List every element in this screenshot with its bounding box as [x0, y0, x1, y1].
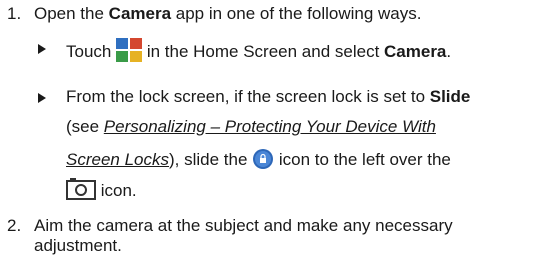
step-number: 1.: [7, 4, 22, 23]
step-text: Open the Camera app in one of the follow…: [34, 4, 422, 23]
bullet-marker: [38, 44, 46, 54]
step-number: 2.: [7, 216, 22, 235]
personalizing-link[interactable]: Personalizing – Protecting Your Device W…: [104, 117, 436, 136]
camera-label: Camera: [384, 42, 447, 61]
apps-grid-icon: [116, 38, 143, 62]
camera-icon: [66, 178, 96, 200]
slide-label: Slide: [429, 87, 471, 106]
bullet-lock-screen-line3: Screen Locks), slide the icon to the lef…: [66, 149, 451, 169]
bullet-lock-screen-line4: icon.: [66, 178, 137, 201]
bullet-touch-apps: Touch in the Home Screen and select Came…: [66, 38, 451, 62]
bullet-lock-screen-line2: (see Personalizing – Protecting Your Dev…: [66, 117, 436, 136]
bullet-marker: [38, 93, 46, 103]
screen-locks-link[interactable]: Screen Locks: [66, 150, 169, 169]
lock-circle-icon: [253, 149, 274, 169]
bullet-lock-screen-line1: From the lock screen, if the screen lock…: [66, 87, 471, 106]
step-text-line1: Aim the camera at the subject and make a…: [34, 216, 453, 235]
step-2-line2: adjustment.: [34, 236, 122, 255]
camera-app-name: Camera: [108, 4, 172, 23]
